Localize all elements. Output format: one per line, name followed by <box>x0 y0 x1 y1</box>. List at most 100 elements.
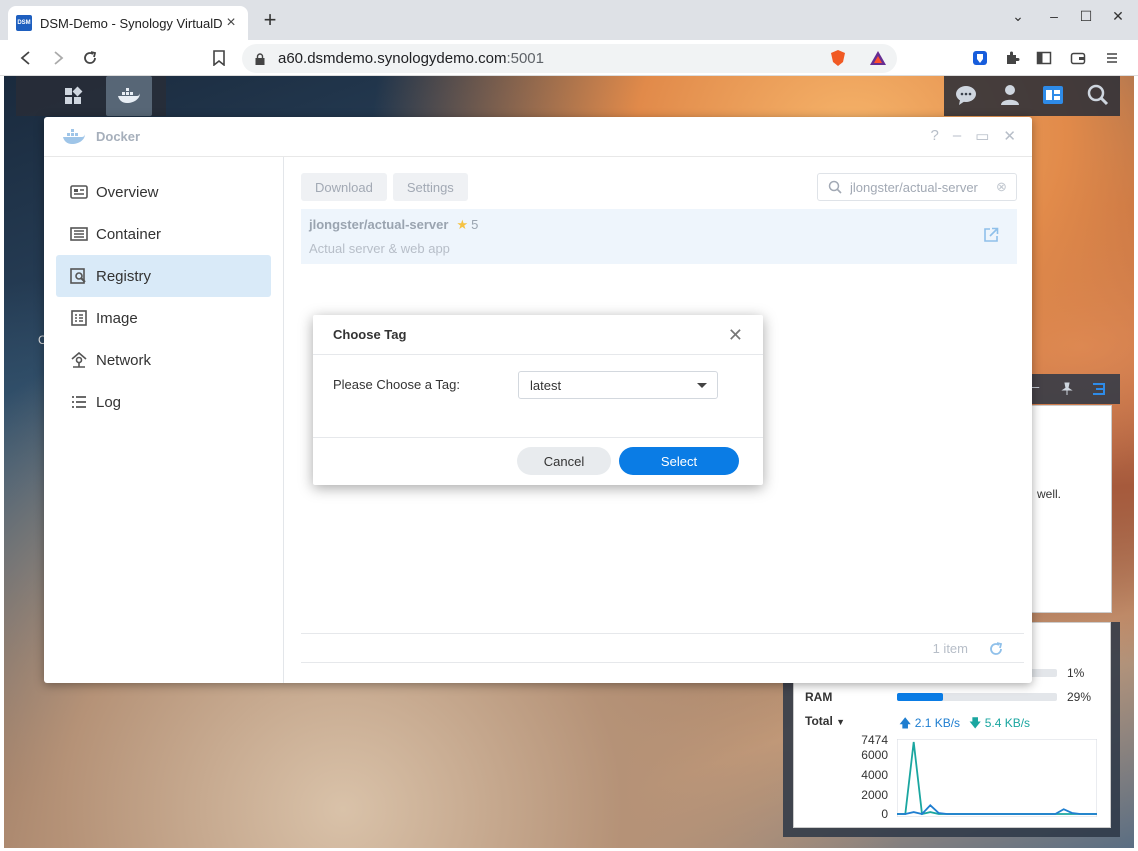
wallet-icon[interactable] <box>1068 48 1088 68</box>
dsm-taskbar-left <box>16 76 166 116</box>
dsm-taskbar-right <box>944 76 1120 116</box>
sidebar-item-log[interactable]: Log <box>56 381 271 423</box>
download-button[interactable]: Download <box>301 173 387 201</box>
item-count: 1 item <box>932 641 968 656</box>
dialog-header[interactable]: Choose Tag <box>313 315 763 355</box>
main-menu-icon[interactable] <box>50 76 96 116</box>
ram-percent: 29% <box>1067 690 1092 704</box>
bat-rewards-icon[interactable] <box>869 49 887 67</box>
sidebar-toggle-icon[interactable] <box>1034 48 1054 68</box>
image-icon <box>70 309 88 327</box>
widget-header: – <box>1030 374 1120 404</box>
y-tick: 6000 <box>861 748 888 762</box>
y-tick: 2000 <box>861 788 888 802</box>
window-header[interactable]: Docker ? – ▭ ✕ <box>44 117 1032 157</box>
result-description: Actual server & web app <box>309 241 450 256</box>
close-icon[interactable]: ✕ <box>1003 127 1016 145</box>
registry-icon <box>70 267 88 285</box>
upload-rate: 🡅 2.1 KB/s <box>899 714 960 735</box>
sidebar-item-label: Network <box>96 351 152 369</box>
close-icon[interactable]: ✕ <box>728 326 743 344</box>
settings-button[interactable]: Settings <box>392 173 468 201</box>
brave-shield-icon[interactable] <box>829 49 847 67</box>
widgets-icon[interactable] <box>1042 85 1064 108</box>
sidebar-item-container[interactable]: Container <box>56 213 271 255</box>
tag-select[interactable]: latest <box>518 371 718 399</box>
widget-minimize-icon[interactable]: – <box>1032 379 1039 394</box>
tag-label: Please Choose a Tag: <box>333 377 460 392</box>
network-chart <box>897 739 1097 817</box>
window-title: Docker <box>96 129 141 144</box>
chat-icon[interactable] <box>955 84 977 109</box>
taskbar-docker-icon[interactable] <box>106 76 152 116</box>
y-tick: 0 <box>881 807 888 821</box>
cpu-percent: 1% <box>1067 666 1085 680</box>
browser-tabstrip: DSM DSM-Demo - Synology VirtualD × + ⌄ –… <box>0 0 1138 40</box>
sidebar-item-image[interactable]: Image <box>56 297 271 339</box>
download-arrow-icon: 🡇 <box>969 716 982 730</box>
url-port: :5001 <box>506 50 544 67</box>
reload-icon[interactable] <box>78 46 102 70</box>
browser-toolbar: a60.dsmdemo.synologydemo.com:5001 <box>0 40 1138 76</box>
network-total-dropdown[interactable]: Total ▼ <box>805 714 845 728</box>
sidebar-item-overview[interactable]: Overview <box>56 171 271 213</box>
search-value: jlongster/actual-server <box>850 179 978 195</box>
ram-bar-fill <box>897 693 944 701</box>
dialog-divider <box>313 437 763 438</box>
widget-partial-text: well. <box>1037 487 1062 501</box>
sidebar-item-label: Image <box>96 309 138 327</box>
menu-icon[interactable] <box>1102 48 1122 68</box>
list-footer: 1 item <box>301 633 1024 663</box>
widget-settings-icon[interactable] <box>1092 382 1106 396</box>
sidebar-item-label: Overview <box>96 183 159 201</box>
network-icon <box>70 351 88 369</box>
window-maximize-icon[interactable]: ☐ <box>1074 8 1098 25</box>
refresh-icon[interactable] <box>988 641 1004 657</box>
external-link-icon[interactable] <box>983 227 999 243</box>
overview-icon <box>70 183 88 201</box>
sidebar-item-label: Container <box>96 225 162 243</box>
maximize-icon[interactable]: ▭ <box>975 127 989 145</box>
star-icon: ★ <box>456 217 469 232</box>
widget-pin-icon[interactable] <box>1060 382 1074 396</box>
help-icon[interactable]: ? <box>931 127 939 145</box>
total-label: Total <box>805 714 833 728</box>
cancel-button[interactable]: Cancel <box>517 447 611 475</box>
synology-favicon-icon: DSM <box>16 15 32 31</box>
user-icon[interactable] <box>1000 84 1020 109</box>
browser-tab[interactable]: DSM DSM-Demo - Synology VirtualD × <box>8 6 248 40</box>
bookmark-icon[interactable] <box>207 46 231 70</box>
sidebar-item-label: Registry <box>96 267 152 285</box>
window-minimize-icon[interactable]: – <box>1042 8 1066 24</box>
bitwarden-icon[interactable] <box>970 48 990 68</box>
chevron-down-icon <box>697 383 707 388</box>
address-bar[interactable]: a60.dsmdemo.synologydemo.com:5001 <box>242 44 897 73</box>
select-button[interactable]: Select <box>619 447 739 475</box>
registry-search-input[interactable]: jlongster/actual-server ⊗ <box>817 173 1017 201</box>
ram-label: RAM <box>805 690 833 704</box>
docker-sidebar: Overview Container Registry Image Networ… <box>44 157 284 683</box>
choose-tag-dialog: Choose Tag ✕ Please Choose a Tag: latest… <box>313 315 763 485</box>
forward-icon[interactable] <box>46 46 70 70</box>
search-icon <box>828 180 842 194</box>
new-tab-icon[interactable]: + <box>258 9 282 33</box>
minimize-icon[interactable]: – <box>953 127 961 145</box>
window-close-icon[interactable]: ✕ <box>1106 8 1130 25</box>
search-icon[interactable] <box>1087 84 1109 109</box>
registry-result-row[interactable]: jlongster/actual-server ★ 5 Actual server … <box>301 209 1017 264</box>
log-icon <box>70 393 88 411</box>
y-tick: 4000 <box>861 768 888 782</box>
url-host: a60.dsmdemo.synologydemo.com <box>278 50 507 67</box>
tab-close-icon[interactable]: × <box>222 14 240 32</box>
sidebar-item-registry[interactable]: Registry <box>56 255 271 297</box>
tab-search-chevron-icon[interactable]: ⌄ <box>1006 8 1030 25</box>
sidebar-item-network[interactable]: Network <box>56 339 271 381</box>
result-star-count: 5 <box>471 217 479 232</box>
back-icon[interactable] <box>14 46 38 70</box>
sidebar-item-label: Log <box>96 393 122 411</box>
chart-series-line <box>897 741 1097 816</box>
tag-select-value: latest <box>530 377 562 393</box>
extensions-icon[interactable] <box>1002 48 1022 68</box>
ram-bar <box>897 693 1057 701</box>
clear-search-icon[interactable]: ⊗ <box>996 179 1016 195</box>
